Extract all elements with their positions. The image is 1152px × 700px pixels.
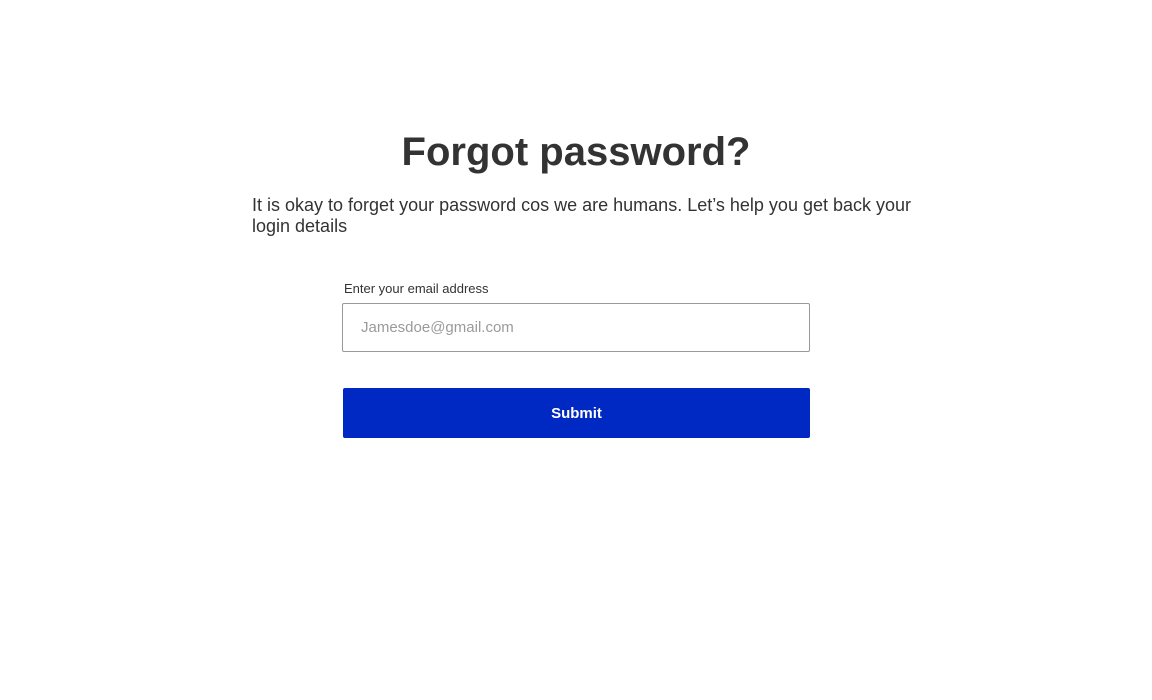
submit-button[interactable]: Submit bbox=[343, 388, 810, 438]
email-field[interactable] bbox=[342, 303, 810, 352]
email-field-label: Enter your email address bbox=[344, 281, 489, 296]
forgot-password-page: Forgot password? It is okay to forget yo… bbox=[0, 0, 1152, 700]
page-subtitle: It is okay to forget your password cos w… bbox=[252, 195, 912, 236]
page-title: Forgot password? bbox=[401, 130, 751, 174]
